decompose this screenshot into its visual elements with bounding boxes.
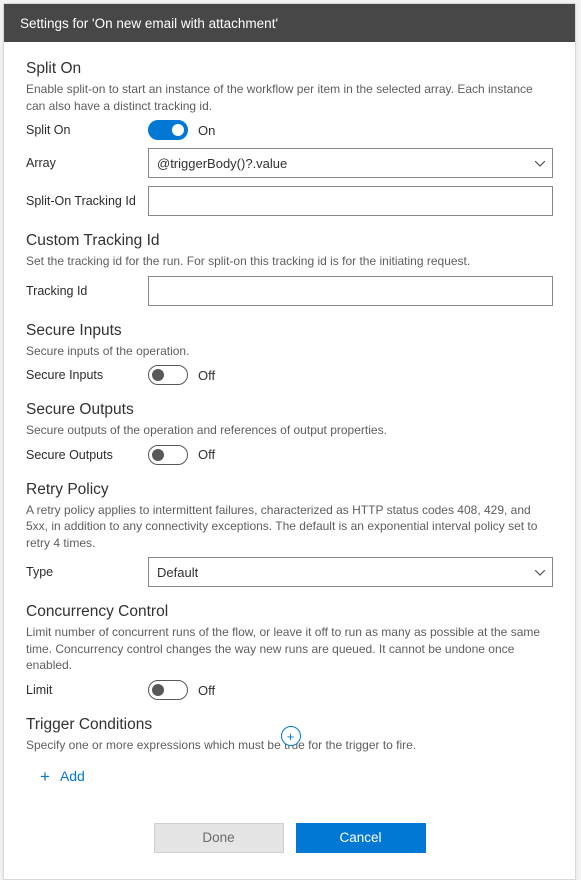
cancel-button[interactable]: Cancel	[296, 823, 426, 853]
secure-inputs-toggle-state: Off	[198, 368, 215, 383]
secure-outputs-title: Secure Outputs	[26, 401, 553, 419]
section-concurrency: Concurrency Control Limit number of conc…	[26, 603, 553, 700]
section-custom-tracking: Custom Tracking Id Set the tracking id f…	[26, 232, 553, 306]
split-tracking-input[interactable]	[148, 186, 553, 216]
split-on-desc: Enable split-on to start an instance of …	[26, 81, 553, 114]
custom-tracking-title: Custom Tracking Id	[26, 232, 553, 250]
section-secure-outputs: Secure Outputs Secure outputs of the ope…	[26, 401, 553, 465]
concurrency-toggle-state: Off	[198, 683, 215, 698]
panel-title: Settings for 'On new email with attachme…	[4, 4, 575, 42]
split-on-toggle-state: On	[198, 123, 215, 138]
retry-type-label: Type	[26, 565, 148, 579]
plus-icon: +	[40, 768, 50, 785]
panel-content: Split On Enable split-on to start an ins…	[4, 42, 575, 879]
retry-desc: A retry policy applies to intermittent f…	[26, 502, 553, 552]
split-tracking-label: Split-On Tracking Id	[26, 194, 148, 208]
section-secure-inputs: Secure Inputs Secure inputs of the opera…	[26, 322, 553, 386]
add-condition-button[interactable]: + Add	[30, 764, 95, 789]
secure-inputs-desc: Secure inputs of the operation.	[26, 343, 553, 360]
retry-type-select[interactable]	[148, 557, 553, 587]
secure-inputs-toggle-label: Secure Inputs	[26, 368, 148, 382]
plus-icon: +	[287, 730, 295, 743]
split-on-toggle-label: Split On	[26, 123, 148, 137]
section-retry-policy: Retry Policy A retry policy applies to i…	[26, 481, 553, 588]
add-label: Add	[60, 768, 85, 784]
tracking-id-input[interactable]	[148, 276, 553, 306]
tracking-id-label: Tracking Id	[26, 284, 148, 298]
concurrency-toggle-label: Limit	[26, 683, 148, 697]
concurrency-toggle[interactable]	[148, 680, 188, 700]
secure-inputs-toggle[interactable]	[148, 365, 188, 385]
secure-outputs-toggle-state: Off	[198, 447, 215, 462]
settings-panel: Settings for 'On new email with attachme…	[3, 3, 576, 880]
array-select[interactable]	[148, 148, 553, 178]
secure-outputs-desc: Secure outputs of the operation and refe…	[26, 422, 553, 439]
array-label: Array	[26, 156, 148, 170]
done-button[interactable]: Done	[154, 823, 284, 853]
secure-inputs-title: Secure Inputs	[26, 322, 553, 340]
add-step-button[interactable]: +	[281, 726, 301, 746]
secure-outputs-toggle[interactable]	[148, 445, 188, 465]
split-on-title: Split On	[26, 60, 553, 78]
custom-tracking-desc: Set the tracking id for the run. For spl…	[26, 253, 553, 270]
concurrency-desc: Limit number of concurrent runs of the f…	[26, 624, 553, 674]
retry-title: Retry Policy	[26, 481, 553, 499]
concurrency-title: Concurrency Control	[26, 603, 553, 621]
secure-outputs-toggle-label: Secure Outputs	[26, 448, 148, 462]
section-split-on: Split On Enable split-on to start an ins…	[26, 60, 553, 216]
split-on-toggle[interactable]	[148, 120, 188, 140]
footer: Done Cancel	[26, 805, 553, 871]
